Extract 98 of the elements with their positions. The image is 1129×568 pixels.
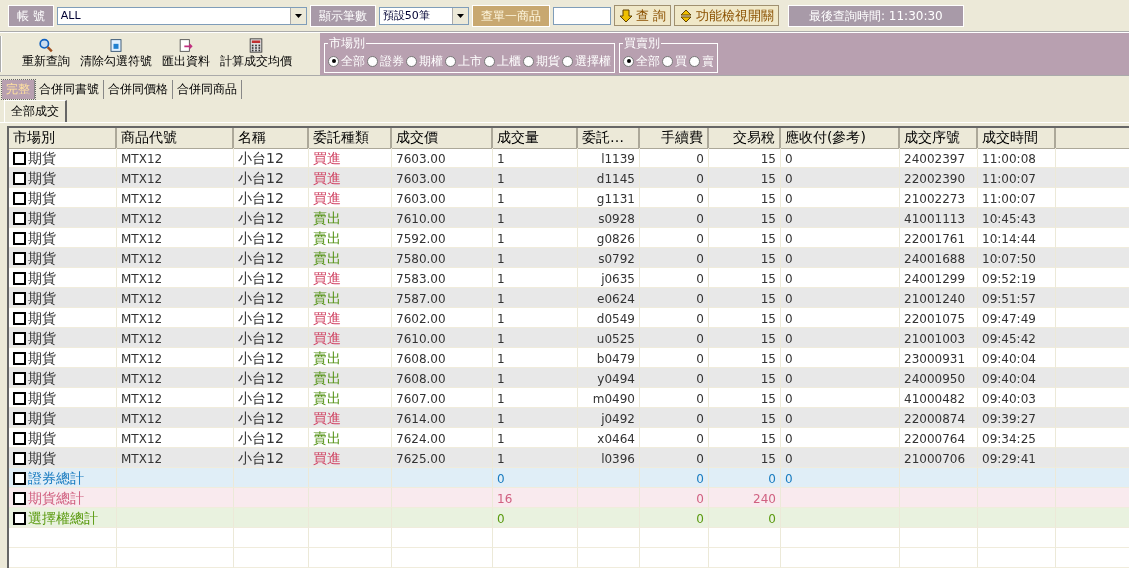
tab[interactable]: 合併同商品 [173, 80, 242, 99]
table-cell: 0 [781, 448, 900, 468]
table-cell: 0 [497, 511, 505, 526]
table-cell: 期貨 [28, 309, 56, 328]
table-cell: 期貨 [28, 369, 56, 388]
column-header[interactable]: 成交價 [392, 128, 493, 149]
checkbox[interactable] [13, 452, 26, 465]
checkbox[interactable] [13, 412, 26, 425]
checkbox[interactable] [13, 252, 26, 265]
table-cell: 240 [753, 491, 776, 506]
table-cell: 期貨 [28, 429, 56, 448]
calculator-icon [247, 38, 265, 53]
caret-icon [289, 7, 306, 24]
table-cell: 0 [497, 471, 505, 486]
checkbox[interactable] [13, 492, 26, 505]
table-cell: 7625.00 [392, 448, 493, 468]
table-cell: 21000706 [900, 448, 978, 468]
last-query-time: 最後查詢時間: 11:30:30 [787, 4, 964, 27]
up-down-arrow-icon [678, 8, 693, 23]
table-cell: 買進 [309, 448, 392, 468]
table-cell: MTX12 [117, 448, 234, 468]
product-label: 查單一商品 [471, 4, 550, 27]
checkbox[interactable] [13, 512, 26, 525]
checkbox[interactable] [13, 192, 26, 205]
column-header[interactable]: 成交時間 [978, 128, 1056, 149]
toggle-view-button[interactable]: 功能檢視開關 [673, 5, 779, 26]
toolbar-button[interactable]: 重新查詢 [20, 36, 72, 72]
table-cell: 期貨 [28, 389, 56, 408]
checkbox[interactable] [13, 432, 26, 445]
count-dropdown[interactable]: 預設50筆 [378, 6, 469, 25]
tab[interactable]: 全部成交 [4, 100, 67, 122]
table-cell: 期貨 [28, 149, 56, 168]
down-arrow-icon [618, 8, 633, 23]
table-cell: 0 [785, 471, 793, 486]
table-cell: 小台12 [234, 448, 309, 468]
table-cell: 期貨 [28, 349, 56, 368]
table-cell: 期貨 [28, 289, 56, 308]
toolbar-button[interactable]: 計算成交均價 [218, 36, 294, 72]
export-icon [177, 38, 195, 53]
column-header[interactable]: 交易稅 [709, 128, 781, 149]
table-cell: 期貨 [28, 249, 56, 268]
column-header[interactable]: 商品代號 [117, 128, 234, 149]
table-cell: 16 [497, 491, 513, 506]
table-cell: 證券總計 [28, 469, 84, 488]
checkbox[interactable] [13, 212, 26, 225]
table-cell: 選擇權總計 [28, 509, 98, 528]
table-cell: 期貨 [28, 169, 56, 188]
table-cell: 期貨 [28, 269, 56, 288]
product-input[interactable] [552, 6, 611, 25]
checkbox[interactable] [13, 332, 26, 345]
table-cell: 期貨 [28, 209, 56, 228]
table-cell: 期貨 [28, 229, 56, 248]
checkbox[interactable] [13, 172, 26, 185]
toolbar-button[interactable]: 清除勾選符號 [78, 36, 154, 72]
table-cell: 0 [768, 511, 776, 526]
table-cell: 0 [696, 491, 704, 506]
table-cell: l0396 [578, 448, 640, 468]
table-cell: 期貨 [28, 329, 56, 348]
group-title: 買賣別 [623, 35, 661, 52]
tab[interactable]: 合併同書號 [35, 80, 104, 99]
document-icon [107, 38, 125, 53]
table-cell: 0 [696, 511, 704, 526]
table-cell: 期貨總計 [28, 489, 84, 508]
checkbox[interactable] [13, 472, 26, 485]
table-cell: 09:29:41 [978, 448, 1056, 468]
checkbox[interactable] [13, 292, 26, 305]
column-header[interactable]: 名稱 [234, 128, 309, 149]
checkbox[interactable] [13, 352, 26, 365]
column-header[interactable]: 成交序號 [900, 128, 978, 149]
toolbar-button[interactable]: 匯出資料 [160, 36, 212, 72]
tab[interactable]: 合併同價格 [104, 80, 173, 99]
checkbox[interactable] [13, 312, 26, 325]
table-cell: 期貨 [28, 409, 56, 428]
account-label: 帳 號 [8, 4, 54, 27]
magnifier-icon [37, 38, 55, 53]
count-label: 顯示筆數 [309, 4, 376, 27]
checkbox[interactable] [13, 152, 26, 165]
table-cell: 15 [709, 448, 781, 468]
checkbox[interactable] [13, 372, 26, 385]
table-cell: 1 [493, 448, 578, 468]
column-header[interactable]: 手續費 [640, 128, 709, 149]
caret-icon [451, 7, 468, 24]
column-header[interactable]: 成交量 [493, 128, 578, 149]
column-header[interactable]: 委託種類 [309, 128, 392, 149]
search-button[interactable]: 查 詢 [613, 5, 671, 26]
table-cell: 0 [696, 471, 704, 486]
column-header[interactable]: 市場別 [9, 128, 117, 149]
group-title: 市場別 [328, 35, 366, 52]
table-cell: 期貨 [28, 449, 56, 468]
table-cell: 期貨 [28, 189, 56, 208]
checkbox[interactable] [13, 392, 26, 405]
table-cell: 0 [640, 448, 709, 468]
checkbox[interactable] [13, 232, 26, 245]
column-header[interactable]: 應收付(參考) [781, 128, 900, 149]
table-cell: 0 [768, 471, 776, 486]
checkbox[interactable] [13, 272, 26, 285]
column-header[interactable]: 委託… [578, 128, 640, 149]
account-dropdown[interactable]: ALL [56, 6, 307, 25]
